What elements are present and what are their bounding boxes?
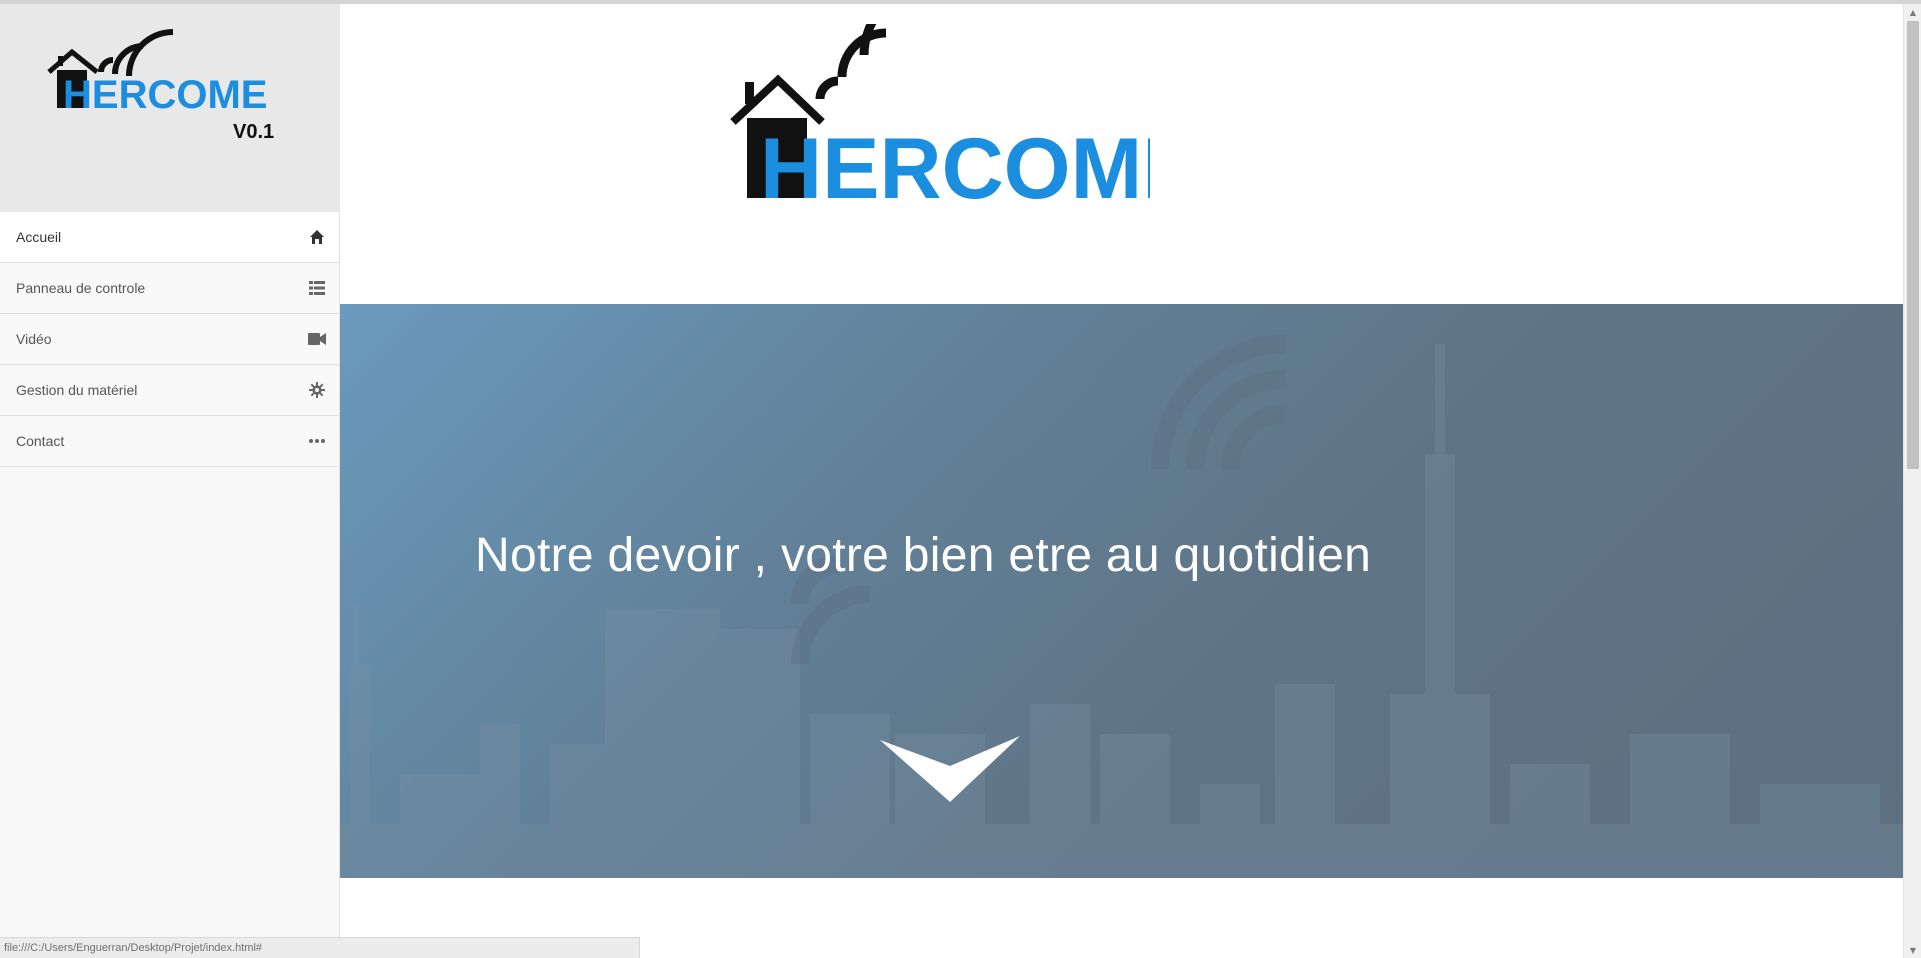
- list-icon: [307, 278, 327, 298]
- sidebar-brand: HERCOME V0.1: [0, 4, 340, 212]
- main-content: HERCOME: [340, 4, 1903, 958]
- sidebar-item-label: Gestion du matériel: [16, 382, 138, 398]
- home-icon: [307, 227, 327, 247]
- sidebar-item-label: Vidéo: [16, 331, 52, 347]
- status-url: file:///C:/Users/Enguerran/Desktop/Proje…: [4, 942, 263, 954]
- header-logo-text: HERCOME: [760, 121, 1150, 217]
- sidebar-logo[interactable]: HERCOME V0.1: [45, 20, 285, 160]
- gear-icon: [307, 380, 327, 400]
- hero-title: Notre devoir , votre bien etre au quotid…: [475, 529, 1372, 582]
- video-camera-icon: [307, 329, 327, 349]
- scroll-down-icon[interactable]: ▼: [1904, 942, 1921, 958]
- scroll-up-icon[interactable]: ▲: [1904, 4, 1921, 20]
- hero-skyline-background: [340, 335, 1903, 878]
- sidebar-item-contact[interactable]: Contact: [0, 416, 339, 467]
- browser-status-bar: file:///C:/Users/Enguerran/Desktop/Proje…: [0, 937, 640, 958]
- wifi-icon: [98, 29, 174, 77]
- sidebar-item-accueil[interactable]: Accueil: [0, 212, 339, 263]
- vertical-scrollbar[interactable]: ▲ ▼: [1903, 4, 1921, 958]
- sidebar-item-panneau-de-controle[interactable]: Panneau de controle: [0, 263, 339, 314]
- sidebar-item-label: Panneau de controle: [16, 280, 146, 296]
- scroll-down-arrow-icon[interactable]: [880, 736, 1020, 802]
- hero-banner: Notre devoir , votre bien etre au quotid…: [340, 304, 1903, 878]
- wifi-icon: [815, 24, 887, 100]
- sidebar-logo-version: V0.1: [233, 121, 274, 143]
- more-icon: [307, 431, 327, 451]
- sidebar-item-video[interactable]: Vidéo: [0, 314, 339, 365]
- sidebar-item-label: Accueil: [16, 229, 62, 245]
- sidebar-item-gestion-du-materiel[interactable]: Gestion du matériel: [0, 365, 339, 416]
- sidebar-logo-text: HERCOME: [63, 73, 267, 117]
- sidebar-menu: Accueil Panneau de controle Vidéo Gestio…: [0, 212, 339, 467]
- sidebar-item-label: Contact: [16, 433, 65, 449]
- sidebar: HERCOME V0.1 Accueil Panneau de controle…: [0, 4, 340, 958]
- scrollbar-thumb[interactable]: [1907, 21, 1919, 469]
- header-logo[interactable]: HERCOME: [730, 24, 1150, 224]
